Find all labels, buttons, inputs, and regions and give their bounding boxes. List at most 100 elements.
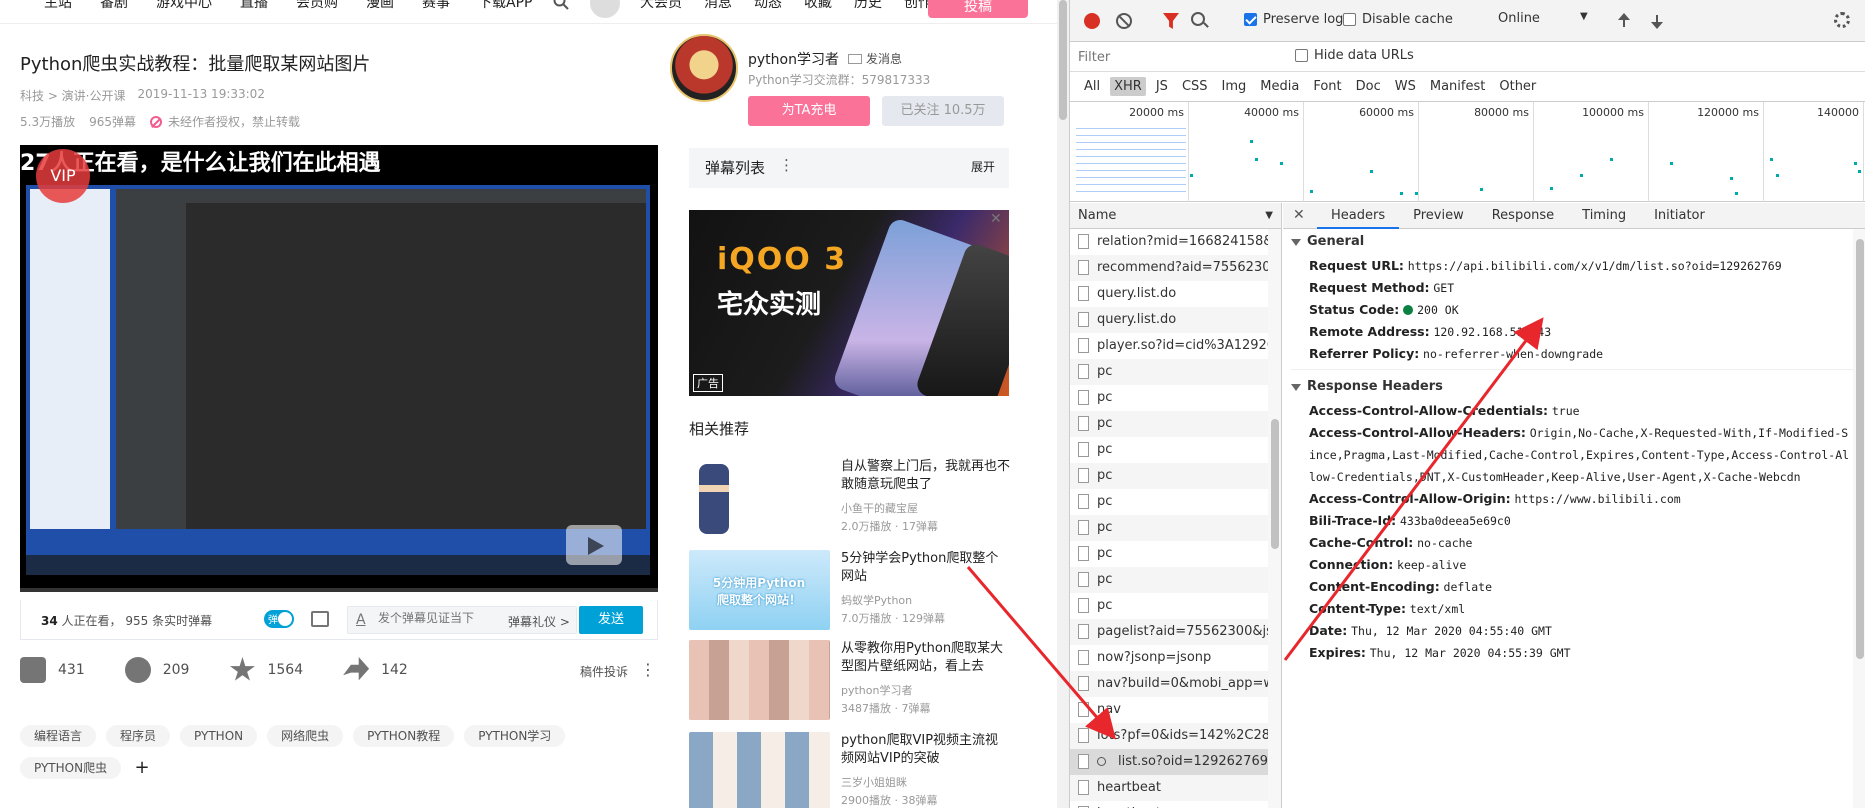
tag-item[interactable]: PYTHON教程	[353, 725, 455, 747]
recommend-thumbnail[interactable]	[689, 732, 830, 808]
request-row[interactable]: lots?pf=0&ids=142%2C283.	[1070, 723, 1268, 749]
recommend-title-text[interactable]: 从零教你用Python爬取某大型图片壁纸网站，看上去	[841, 640, 1011, 676]
uploader-avatar[interactable]	[670, 34, 738, 102]
general-section-toggle[interactable]: General	[1291, 229, 1853, 255]
type-filter-xhr[interactable]: XHR	[1110, 77, 1146, 96]
tab-preview[interactable]: Preview	[1399, 203, 1478, 229]
add-tag-icon[interactable]: +	[131, 757, 153, 779]
tab-timing[interactable]: Timing	[1568, 203, 1640, 229]
filter-input[interactable]	[1078, 47, 1278, 67]
like-button[interactable]: 431	[20, 657, 85, 683]
recommend-uploader[interactable]: 三岁小姐姐眯	[841, 774, 907, 790]
recommend-uploader[interactable]: python学习者	[841, 682, 912, 698]
type-filter-font[interactable]: Font	[1309, 77, 1345, 96]
request-list-scrollbar[interactable]	[1268, 229, 1281, 808]
request-row[interactable]: pc	[1070, 515, 1268, 541]
request-row[interactable]: pc	[1070, 385, 1268, 411]
tag-item[interactable]: PYTHON学习	[464, 725, 566, 747]
top-nav-right-item[interactable]: 大会员	[640, 0, 682, 12]
type-filter-css[interactable]: CSS	[1178, 77, 1212, 96]
tag-item[interactable]: 网络爬虫	[267, 725, 344, 747]
tab-response[interactable]: Response	[1478, 203, 1568, 229]
top-nav-item[interactable]: 下载APP	[478, 0, 532, 12]
request-row[interactable]: pc	[1070, 541, 1268, 567]
header-value[interactable]: text/xml	[1410, 602, 1465, 616]
recommend-item[interactable]: python爬取VIP视频主流视频网站VIP的突破 三岁小姐姐眯 2900播放 · …	[689, 732, 1009, 808]
name-column-header[interactable]: Name ▼	[1070, 203, 1281, 229]
gear-icon[interactable]	[1834, 12, 1850, 28]
top-nav-item[interactable]: 直播	[240, 0, 268, 12]
recommend-uploader[interactable]: 蚂蚁学Python	[841, 592, 912, 608]
tag-item[interactable]: PYTHON爬虫	[20, 757, 122, 779]
request-row[interactable]: heartbeat	[1070, 775, 1268, 801]
recommend-item[interactable]: 从零教你用Python爬取某大型图片壁纸网站，看上去 python学习者 3487播…	[689, 640, 1009, 720]
preserve-log-checkbox[interactable]: Preserve log	[1244, 12, 1343, 27]
network-overview-timeline[interactable]: 20000 ms 40000 ms 60000 ms 80000 ms 100000 m…	[1070, 102, 1865, 202]
recommend-title-text[interactable]: 5分钟学会Python爬取整个网站	[841, 550, 1011, 586]
request-row[interactable]: list.so?oid=129262769	[1070, 749, 1268, 775]
top-nav-item[interactable]: 漫画	[366, 0, 394, 12]
top-nav-right-item[interactable]: 收藏	[804, 0, 832, 12]
page-scrollbar[interactable]	[1057, 0, 1069, 808]
send-message-button[interactable]: 发消息	[848, 50, 902, 67]
request-row[interactable]: pc	[1070, 411, 1268, 437]
filter-icon[interactable]	[1163, 13, 1179, 29]
record-icon[interactable]	[1084, 13, 1100, 29]
uploader-name[interactable]: python学习者	[748, 49, 839, 69]
danmaku-toggle[interactable]: 弹	[264, 610, 294, 628]
request-row[interactable]: pc	[1070, 489, 1268, 515]
ad-close-icon[interactable]: ✕	[990, 211, 1002, 227]
recommend-title-text[interactable]: python爬取VIP视频主流视频网站VIP的突破	[841, 732, 1011, 768]
upload-button[interactable]: 投稿	[928, 0, 1028, 18]
top-nav-item[interactable]: 主站	[44, 0, 72, 12]
danmaku-input[interactable]	[378, 611, 498, 625]
disable-cache-check[interactable]	[1343, 13, 1356, 26]
preserve-log-check[interactable]	[1244, 13, 1257, 26]
header-value[interactable]: 433ba0deea5e69c0	[1400, 514, 1511, 528]
type-filter-all[interactable]: All	[1080, 77, 1104, 96]
request-row[interactable]: relation?mid=166824158&js...	[1070, 229, 1268, 255]
detail-scrollbar[interactable]	[1853, 229, 1865, 808]
export-har-icon[interactable]	[1650, 13, 1664, 29]
more-menu-icon[interactable]: ⋮	[640, 660, 656, 679]
header-value[interactable]: no-cache	[1417, 536, 1472, 550]
import-har-icon[interactable]	[1617, 13, 1631, 29]
header-value[interactable]: GET	[1433, 281, 1454, 295]
recommend-title-text[interactable]: 自从警察上门后，我就再也不敢随意玩爬虫了	[841, 458, 1011, 494]
type-filter-js[interactable]: JS	[1152, 77, 1172, 96]
top-nav-right-item[interactable]: 消息	[704, 0, 732, 12]
header-value[interactable]: keep-alive	[1397, 558, 1466, 572]
header-value[interactable]: Thu, 12 Mar 2020 04:55:40 GMT	[1351, 624, 1552, 638]
request-row[interactable]: pc	[1070, 359, 1268, 385]
top-nav-right-item[interactable]: 历史	[854, 0, 882, 12]
request-row[interactable]: now?jsonp=jsonp	[1070, 645, 1268, 671]
request-row[interactable]: nav	[1070, 697, 1268, 723]
top-nav-item[interactable]: 会员购	[296, 0, 338, 12]
play-icon[interactable]	[566, 525, 622, 565]
type-filter-manifest[interactable]: Manifest	[1426, 77, 1489, 96]
request-row[interactable]: nav?build=0&mobi_app=we	[1070, 671, 1268, 697]
report-link[interactable]: 稿件投诉	[580, 663, 628, 680]
request-row[interactable]: query.list.do	[1070, 307, 1268, 333]
header-value[interactable]: 200 OK	[1403, 303, 1459, 317]
danmaku-settings-icon[interactable]	[311, 611, 329, 627]
header-value[interactable]: 120.92.168.51:443	[1433, 325, 1551, 339]
request-row[interactable]: pc	[1070, 593, 1268, 619]
user-avatar[interactable]	[588, 0, 622, 20]
header-value[interactable]: https://www.bilibili.com	[1515, 492, 1681, 506]
tab-initiator[interactable]: Initiator	[1640, 203, 1719, 229]
recommend-item[interactable]: 自从警察上门后，我就再也不敢随意玩爬虫了 小鱼干的藏宝屋 2.0万播放 · 17弹幕	[689, 458, 1011, 538]
search-icon[interactable]	[1191, 12, 1205, 26]
followed-button[interactable]: 已关注 10.5万	[882, 96, 1004, 126]
search-icon[interactable]	[553, 0, 569, 10]
hide-data-urls-checkbox[interactable]: Hide data URLs	[1295, 48, 1414, 63]
top-nav-item[interactable]: 赛事	[422, 0, 450, 12]
tag-item[interactable]: 编程语言	[20, 725, 97, 747]
video-player[interactable]: 27人正在看，是什么让我们在此相遇 VIP	[20, 145, 658, 588]
video-progress-bar[interactable]	[20, 588, 658, 592]
danmaku-etiquette-link[interactable]: 弹幕礼仪 >	[508, 613, 570, 630]
type-filter-media[interactable]: Media	[1256, 77, 1303, 96]
header-value[interactable]: Thu, 12 Mar 2020 04:55:39 GMT	[1370, 646, 1571, 660]
request-row[interactable]: query.list.do	[1070, 281, 1268, 307]
video-category[interactable]: 科技 > 演讲·公开课	[20, 87, 126, 104]
